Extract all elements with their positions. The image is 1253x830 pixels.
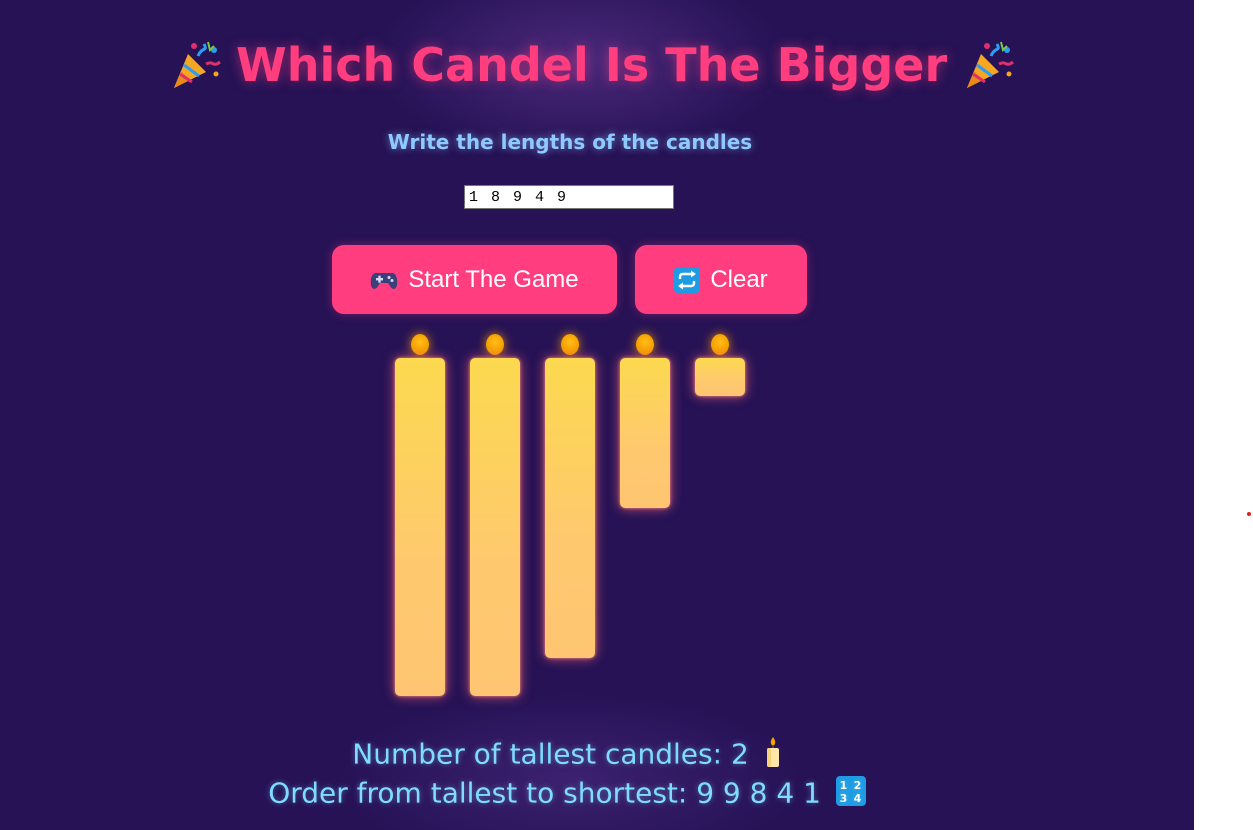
svg-text:2: 2: [853, 779, 861, 792]
lengths-prompt: Write the lengths of the candles: [387, 130, 753, 154]
svg-text:1: 1: [839, 779, 847, 792]
game-panel: Which Candel Is The Bigger Write the len…: [0, 0, 1194, 830]
svg-text:4: 4: [853, 792, 861, 805]
candle-flame: [486, 334, 504, 355]
candle-icon: [764, 736, 782, 775]
svg-text:3: 3: [839, 792, 847, 805]
stray-dot: [1247, 512, 1251, 516]
order-result: Order from tallest to shortest: 9 9 8 4 …: [0, 776, 1134, 813]
game-controller-icon: [370, 269, 398, 291]
candle-flame: [636, 334, 654, 355]
page-title: Which Candel Is The Bigger: [168, 30, 1015, 100]
candle-flame: [561, 334, 579, 355]
lengths-input[interactable]: [464, 185, 674, 209]
candle-flame: [411, 334, 429, 355]
candle: [695, 358, 745, 396]
order-text: Order from tallest to shortest: 9 9 8 4 …: [268, 776, 821, 810]
start-game-button[interactable]: Start The Game: [332, 245, 617, 314]
party-popper-icon: [168, 38, 222, 92]
candle: [395, 358, 445, 696]
tallest-count-text: Number of tallest candles: 2: [352, 737, 749, 771]
clear-button[interactable]: Clear: [635, 245, 807, 314]
candle: [545, 358, 595, 658]
candle: [620, 358, 670, 508]
candle-flame: [711, 334, 729, 355]
party-popper-icon: [961, 38, 1015, 92]
title-text: Which Candel Is The Bigger: [236, 38, 948, 92]
candle: [470, 358, 520, 696]
repeat-icon: [674, 266, 701, 293]
input-numbers-icon: 1 2 3 4: [835, 776, 866, 813]
start-game-label: Start The Game: [408, 265, 579, 293]
clear-label: Clear: [710, 265, 768, 293]
tallest-count-result: Number of tallest candles: 2: [0, 736, 1134, 775]
